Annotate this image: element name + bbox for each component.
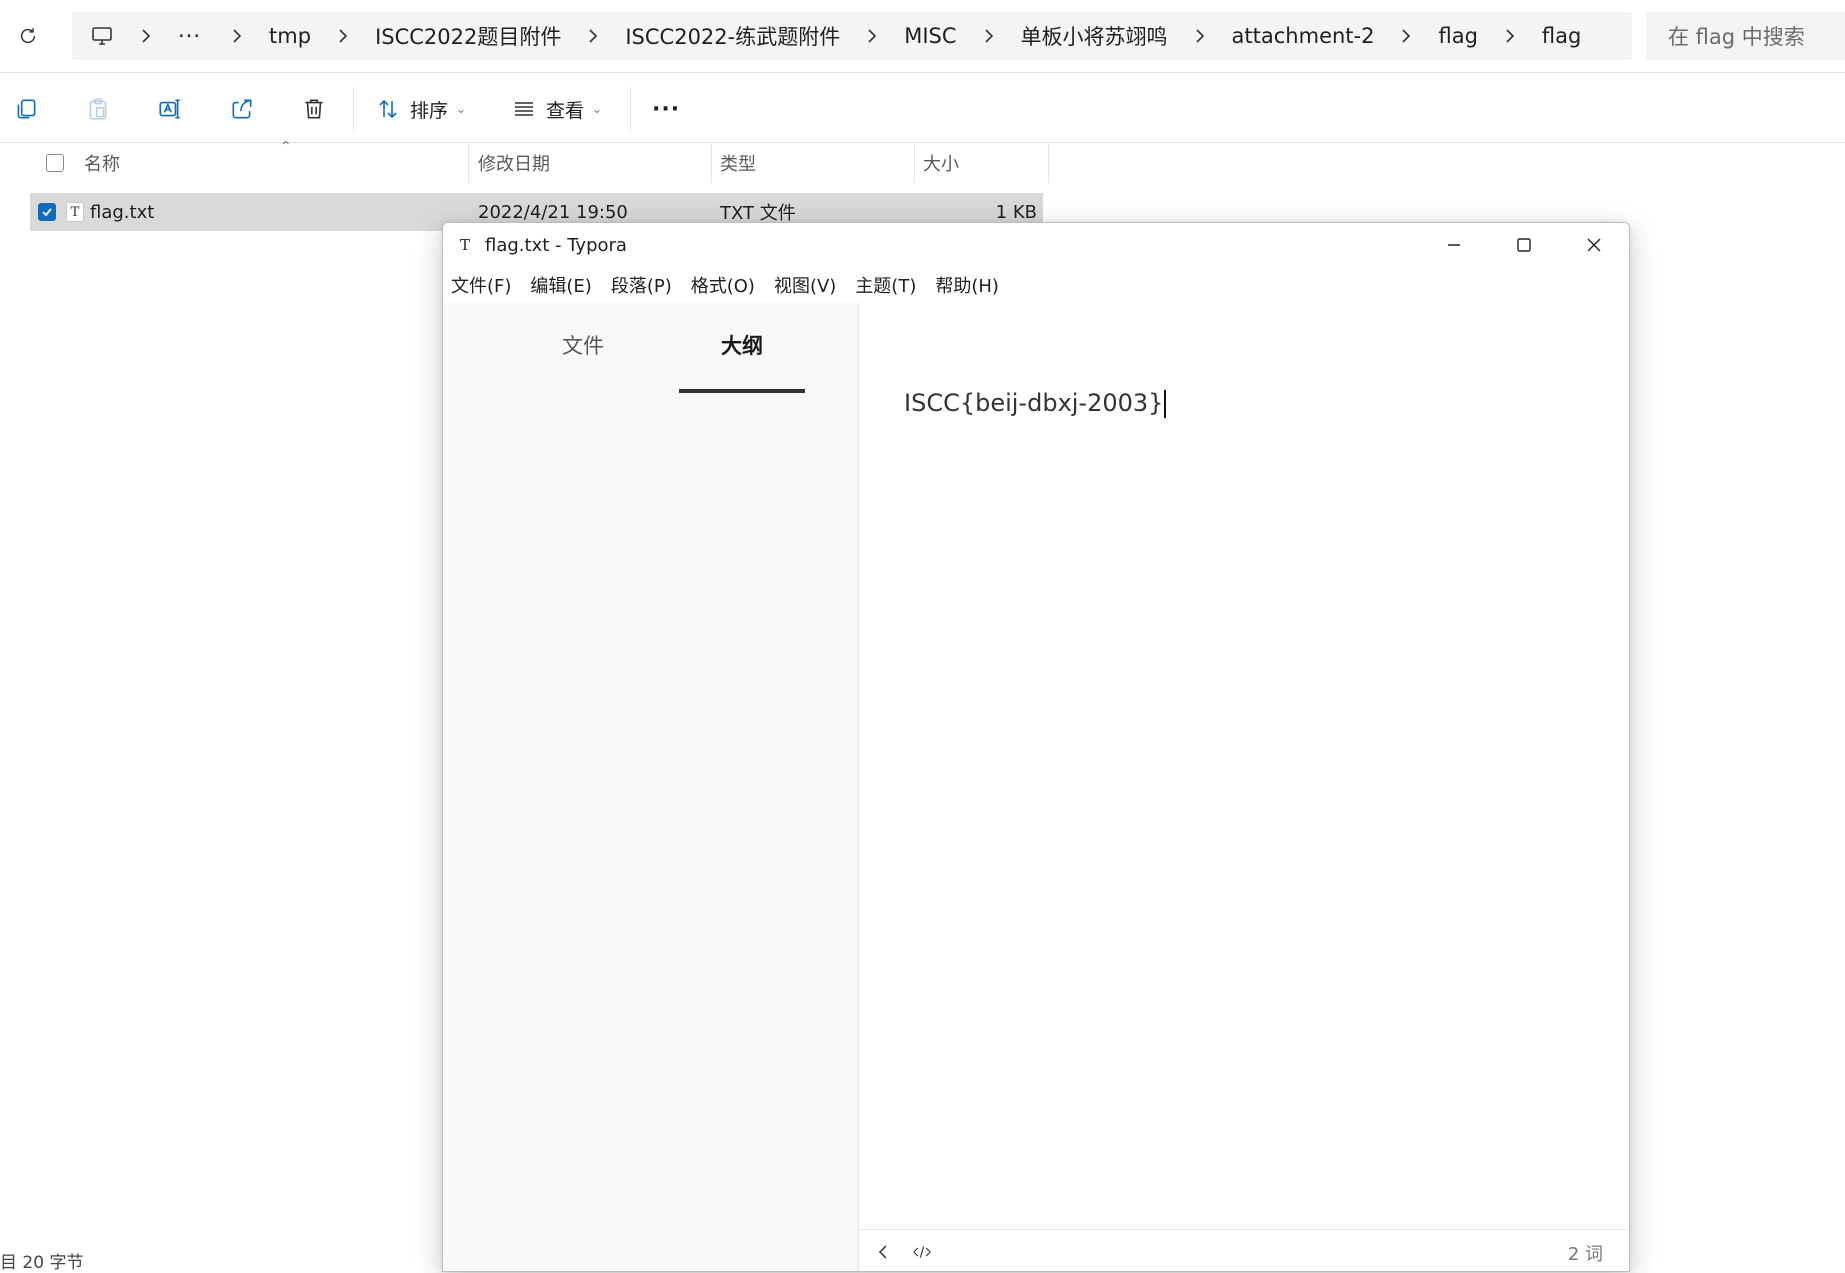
window-title: flag.txt - Typora — [485, 234, 627, 256]
address-bar: ··· tmp ISCC2022题目附件 ISCC2022-练武题附件 MISC… — [0, 0, 1845, 72]
toolbar-separator — [630, 87, 631, 131]
column-headers: 名称 ⌃ 修改日期 类型 大小 — [30, 139, 1050, 183]
menu-help[interactable]: 帮助(H) — [935, 272, 999, 298]
chevron-down-icon: ⌄ — [592, 102, 603, 116]
close-icon — [1587, 238, 1601, 252]
breadcrumb-item[interactable]: MISC — [904, 24, 956, 48]
chevron-right-icon[interactable] — [587, 26, 599, 46]
paste-icon — [89, 98, 107, 120]
sort-icon — [379, 99, 397, 119]
status-footer: 2 词 — [859, 1229, 1629, 1271]
document-content[interactable]: ISCC{beij-dbxj-2003} — [904, 389, 1166, 418]
breadcrumb-item[interactable]: ISCC2022题目附件 — [375, 21, 561, 51]
chevron-right-icon[interactable] — [866, 26, 878, 46]
toolbar-separator — [353, 87, 354, 131]
menu-bar: 文件(F) 编辑(E) 段落(P) 格式(O) 视图(V) 主题(T) 帮助(H… — [443, 267, 1629, 303]
row-checkbox[interactable] — [38, 193, 56, 231]
chevron-down-icon: ⌄ — [456, 102, 467, 116]
typora-window: T flag.txt - Typora 文件(F) 编辑(E) 段落(P) 格式… — [442, 222, 1630, 1272]
active-tab-indicator — [679, 389, 805, 393]
refresh-icon — [20, 28, 36, 44]
column-divider[interactable] — [711, 143, 712, 183]
command-toolbar: 排序 ⌄ 查看 ⌄ ··· — [0, 73, 1845, 143]
menu-file[interactable]: 文件(F) — [451, 272, 511, 298]
menu-theme[interactable]: 主题(T) — [855, 272, 916, 298]
menu-paragraph[interactable]: 段落(P) — [611, 272, 672, 298]
delete-icon — [305, 99, 323, 119]
more-icon: ··· — [652, 96, 681, 122]
file-name[interactable]: flag.txt — [90, 193, 154, 231]
chevron-right-icon[interactable] — [1194, 26, 1206, 46]
typora-app-icon: T — [459, 236, 470, 254]
text-file-icon: T — [66, 193, 84, 231]
sort-ascending-icon: ⌃ — [280, 139, 292, 155]
chevron-right-icon[interactable] — [337, 26, 349, 46]
computer-icon[interactable] — [90, 24, 114, 48]
breadcrumb-item[interactable]: tmp — [269, 24, 311, 48]
column-divider[interactable] — [914, 143, 915, 183]
search-input[interactable]: 在 flag 中搜索 — [1646, 12, 1845, 60]
chevron-right-icon[interactable] — [231, 26, 243, 46]
share-button[interactable] — [222, 89, 262, 129]
source-code-icon — [913, 1246, 931, 1258]
maximize-button[interactable] — [1489, 223, 1559, 267]
select-all-checkbox[interactable] — [46, 143, 64, 183]
maximize-icon — [1517, 238, 1531, 252]
tab-files[interactable]: 文件 — [523, 325, 643, 365]
more-options-button[interactable]: ··· — [652, 89, 680, 129]
breadcrumb-item[interactable]: attachment-2 — [1232, 24, 1375, 48]
breadcrumb-more[interactable]: ··· — [178, 24, 201, 48]
rename-icon — [159, 99, 180, 119]
menu-format[interactable]: 格式(O) — [691, 272, 755, 298]
sort-label: 排序 — [410, 99, 449, 122]
text-cursor — [1164, 390, 1166, 418]
tab-outline[interactable]: 大纲 — [679, 325, 805, 365]
breadcrumb-item-current[interactable]: flag — [1542, 24, 1581, 48]
column-divider[interactable] — [468, 143, 469, 183]
sort-menu-button[interactable]: 排序 ⌄ — [376, 89, 466, 129]
breadcrumb-item[interactable]: 单板小将苏翊鸣 — [1021, 21, 1168, 51]
breadcrumb-item[interactable]: ISCC2022-练武题附件 — [625, 21, 840, 51]
view-icon — [515, 102, 533, 116]
menu-edit[interactable]: 编辑(E) — [530, 272, 591, 298]
rename-button[interactable] — [150, 89, 190, 129]
share-icon — [232, 99, 252, 119]
back-icon — [878, 1245, 887, 1259]
copy-icon — [17, 99, 36, 119]
chevron-right-icon[interactable] — [1504, 26, 1516, 46]
copy-button[interactable] — [6, 89, 46, 129]
minimize-icon — [1448, 244, 1460, 246]
breadcrumb-item[interactable]: flag — [1438, 24, 1477, 48]
delete-button[interactable] — [294, 89, 334, 129]
refresh-button[interactable] — [12, 20, 44, 52]
editor-area[interactable]: ISCC{beij-dbxj-2003} — [859, 303, 1629, 1271]
column-divider[interactable] — [1048, 143, 1049, 183]
status-bar-text: 目 20 字节 — [0, 1253, 84, 1273]
breadcrumb[interactable]: ··· tmp ISCC2022题目附件 ISCC2022-练武题附件 MISC… — [72, 12, 1632, 60]
view-label: 查看 — [546, 99, 585, 122]
minimize-button[interactable] — [1419, 223, 1489, 267]
column-header-size[interactable]: 大小 — [923, 143, 959, 183]
column-header-name[interactable]: 名称 — [84, 143, 120, 183]
chevron-right-icon[interactable] — [1400, 26, 1412, 46]
document-text[interactable]: ISCC{beij-dbxj-2003} — [904, 389, 1163, 417]
chevron-right-icon[interactable] — [983, 26, 995, 46]
title-bar[interactable]: T flag.txt - Typora — [443, 223, 1629, 267]
column-header-type[interactable]: 类型 — [720, 143, 756, 183]
column-header-modified[interactable]: 修改日期 — [478, 143, 550, 183]
chevron-right-icon[interactable] — [140, 26, 152, 46]
view-menu-button[interactable]: 查看 ⌄ — [512, 89, 602, 129]
close-button[interactable] — [1559, 223, 1629, 267]
menu-view[interactable]: 视图(V) — [774, 272, 836, 298]
word-count[interactable]: 2 词 — [1568, 1240, 1603, 1266]
paste-button[interactable] — [78, 89, 118, 129]
sidebar: 文件 大纲 — [443, 303, 859, 1271]
